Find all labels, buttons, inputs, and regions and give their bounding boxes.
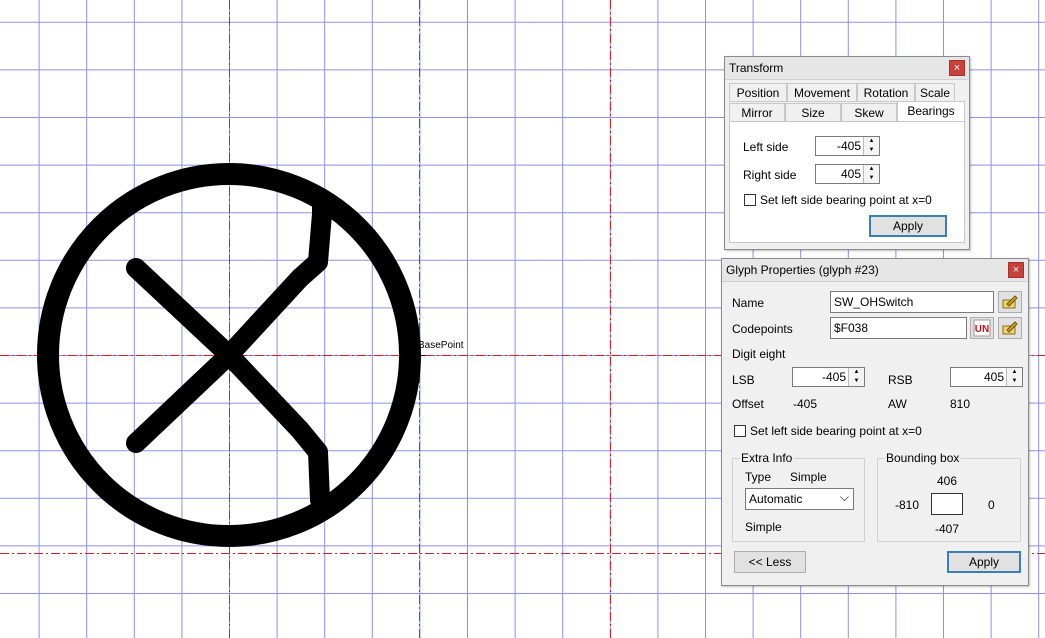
- tab-skew[interactable]: Skew: [841, 103, 897, 122]
- type-label: Type: [745, 470, 772, 484]
- simple-text: Simple: [745, 520, 782, 534]
- spin-arrows: ▲ ▼: [863, 137, 879, 155]
- unicode-icon: UN: [973, 319, 991, 337]
- right-side-label: Right side: [743, 168, 797, 182]
- transform-title: Transform: [729, 61, 784, 75]
- lsb-spinbox[interactable]: -405 ▲ ▼: [792, 367, 865, 387]
- aw-label: AW: [888, 397, 907, 411]
- glyph-properties-titlebar[interactable]: Glyph Properties (glyph #23) ×: [722, 259, 1028, 282]
- bbox-top-value: 406: [937, 474, 958, 488]
- close-icon[interactable]: ×: [949, 60, 965, 76]
- offset-value: -405: [793, 397, 818, 411]
- extra-info-group: Extra Info Type Simple Automatic ⌵ Simpl…: [732, 451, 865, 542]
- spin-down-icon[interactable]: ▼: [864, 146, 879, 155]
- spin-arrows: ▲ ▼: [848, 368, 864, 386]
- type-value: Simple: [790, 470, 827, 484]
- close-icon[interactable]: ×: [1008, 262, 1024, 278]
- left-side-spinbox[interactable]: -405 ▲ ▼: [815, 136, 880, 156]
- codepoints-field[interactable]: $F038: [830, 317, 967, 339]
- codepoints-label: Codepoints: [732, 322, 793, 336]
- spin-down-icon[interactable]: ▼: [1007, 377, 1022, 386]
- unicode-button[interactable]: UN: [970, 317, 994, 339]
- transform-titlebar[interactable]: Transform ×: [725, 57, 969, 80]
- tab-size[interactable]: Size: [785, 103, 841, 122]
- right-side-spinbox[interactable]: 405 ▲ ▼: [815, 164, 880, 184]
- set-lsb-label: Set left side bearing point at x=0: [750, 424, 922, 438]
- tab-movement[interactable]: Movement: [787, 83, 857, 102]
- rsb-spinbox[interactable]: 405 ▲ ▼: [950, 367, 1023, 387]
- lsb-value: -405: [821, 370, 846, 384]
- bbox-bottom-value: -407: [935, 522, 960, 536]
- set-lsb-checkbox[interactable]: [744, 194, 756, 206]
- aw-value: 810: [950, 397, 971, 411]
- glyph-apply-button[interactable]: Apply: [947, 551, 1021, 573]
- extra-info-label: Extra Info: [739, 451, 795, 465]
- less-button[interactable]: << Less: [734, 551, 806, 573]
- tab-rotation[interactable]: Rotation: [857, 83, 915, 102]
- bbox-preview: [931, 493, 963, 515]
- basepoint-label: BasePoint: [418, 340, 464, 351]
- bounding-box-label: Bounding box: [884, 451, 962, 465]
- pencil-icon: [1002, 295, 1018, 309]
- lsb-label: LSB: [732, 373, 755, 387]
- tab-position[interactable]: Position: [729, 83, 787, 102]
- set-lsb-label: Set left side bearing point at x=0: [760, 193, 932, 207]
- edit-codepoints-button[interactable]: [998, 317, 1022, 339]
- tab-mirror[interactable]: Mirror: [729, 103, 785, 122]
- unicode-icon-text: UN: [975, 324, 989, 335]
- transform-apply-button[interactable]: Apply: [869, 215, 947, 237]
- chevron-down-icon: ⌵: [839, 490, 849, 504]
- spin-down-icon[interactable]: ▼: [849, 377, 864, 386]
- spin-arrows: ▲ ▼: [1006, 368, 1022, 386]
- glyph-properties-title: Glyph Properties (glyph #23): [726, 263, 879, 277]
- bearings-panel: Left side -405 ▲ ▼ Right side 405 ▲ ▼ Se…: [729, 121, 965, 243]
- spin-down-icon[interactable]: ▼: [864, 174, 879, 183]
- left-side-value: -405: [836, 139, 861, 153]
- pencil-icon: [1002, 321, 1018, 335]
- bbox-left-value: -810: [895, 498, 920, 512]
- bbox-right-value: 0: [988, 498, 995, 512]
- type-combobox-value: Automatic: [749, 492, 803, 506]
- spin-arrows: ▲ ▼: [863, 165, 879, 183]
- type-combobox[interactable]: Automatic ⌵: [745, 488, 854, 510]
- transform-dialog: Transform × Position Movement Rotation S…: [724, 56, 970, 250]
- left-side-label: Left side: [743, 140, 789, 154]
- glyph-description: Digit eight: [732, 347, 786, 361]
- set-lsb-checkbox[interactable]: [734, 425, 746, 437]
- name-field[interactable]: SW_OHSwitch: [830, 291, 994, 313]
- rsb-value: 405: [983, 370, 1004, 384]
- edit-name-button[interactable]: [998, 291, 1022, 313]
- right-side-value: 405: [840, 167, 861, 181]
- tab-bearings[interactable]: Bearings: [897, 101, 965, 122]
- offset-label: Offset: [732, 397, 764, 411]
- name-label: Name: [732, 296, 765, 310]
- glyph-properties-dialog: Glyph Properties (glyph #23) × Name SW_O…: [721, 258, 1029, 586]
- bounding-box-group: Bounding box 406 -810 0 -407: [877, 451, 1021, 542]
- tab-scale[interactable]: Scale: [915, 83, 955, 102]
- rsb-label: RSB: [888, 373, 913, 387]
